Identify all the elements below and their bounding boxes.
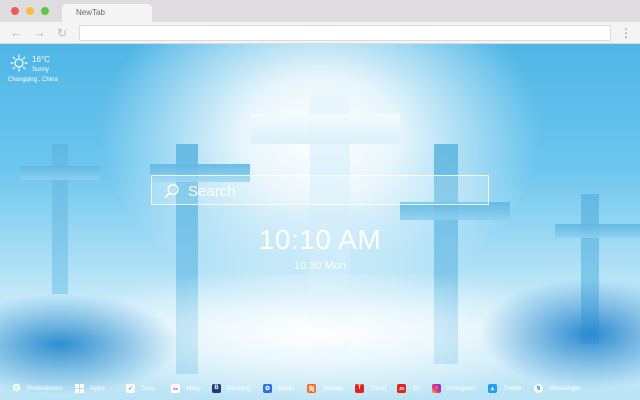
bottom-item-label: Taobao: [322, 384, 344, 392]
bottom-item-preferences[interactable]: ⚙ Preferences: [12, 382, 62, 394]
address-bar[interactable]: [79, 25, 611, 41]
tmall-icon: T: [355, 383, 364, 393]
instagram-icon: ○: [432, 383, 441, 393]
back-arrow-icon[interactable]: ←: [10, 25, 23, 41]
search-box[interactable]: [151, 175, 489, 205]
title-bar: NewTab: [0, 0, 640, 22]
twitter-icon: ▴: [488, 383, 497, 393]
bottom-item-messenger[interactable]: ↯ Messenger: [534, 382, 581, 394]
reload-icon[interactable]: ↻: [57, 25, 67, 41]
bottom-item-label: Apps: [90, 384, 105, 392]
bottom-bar: ⚙ Preferences Apps ✓ Todo eb eBay B Book: [0, 376, 640, 400]
search-icon: [164, 183, 179, 198]
bottom-item-jd[interactable]: JD JD: [397, 382, 420, 394]
bottom-item-baidu[interactable]: ✿ Baidu: [263, 382, 295, 394]
search-input[interactable]: [188, 180, 478, 202]
bottom-item-taobao[interactable]: 淘 Taobao: [307, 382, 343, 394]
jd-icon: JD: [397, 383, 406, 393]
baidu-icon: ✿: [263, 383, 272, 393]
bottom-item-tmall[interactable]: T Tmall: [355, 382, 386, 394]
bottom-item-twitter[interactable]: ▴ Twitter: [488, 382, 522, 394]
bottom-item-todo[interactable]: ✓ Todo: [126, 382, 155, 394]
weather-location: Chongqing , China: [8, 77, 58, 83]
clock-date: 10.30 Mon: [294, 260, 346, 272]
browser-window: NewTab ← → ↻ ⋮ 16°C Sunny Chongqing , Ch…: [0, 0, 640, 400]
ebay-icon: eb: [171, 383, 180, 393]
bottom-item-apps[interactable]: Apps: [75, 382, 105, 394]
bottom-item-label: Twitter: [503, 384, 523, 392]
browser-toolbar: ← → ↻ ⋮: [0, 22, 640, 44]
bottom-item-label: Preferences: [26, 384, 63, 392]
bottom-item-label: Tmall: [370, 384, 386, 392]
checkbox-icon: ✓: [126, 383, 135, 393]
bottom-item-label: Booking: [227, 384, 251, 392]
bottom-item-label: JD: [412, 384, 420, 392]
bottom-item-label: Messenger: [549, 384, 582, 392]
bottom-item-instagram[interactable]: ○ Instagram: [432, 382, 476, 394]
weather-condition: Sunny: [32, 67, 50, 73]
booking-icon: B: [212, 383, 221, 393]
sun-icon: [10, 54, 28, 72]
forward-arrow-icon[interactable]: →: [33, 25, 46, 41]
grid-icon: [75, 383, 84, 393]
bottom-item-label: eBay: [186, 384, 201, 392]
bottom-item-label: Todo: [141, 384, 156, 392]
weather-temperature: 16°C: [32, 55, 50, 64]
taobao-icon: 淘: [307, 383, 316, 393]
bottom-item-ebay[interactable]: eb eBay: [171, 382, 201, 394]
close-window-button[interactable]: [11, 7, 19, 15]
new-tab-page: 16°C Sunny Chongqing , China 10:10 AM 10…: [0, 44, 640, 400]
maximize-window-button[interactable]: [41, 7, 49, 15]
tab-title: NewTab: [76, 8, 105, 17]
minimize-window-button[interactable]: [26, 7, 34, 15]
browser-tab[interactable]: NewTab: [62, 4, 152, 22]
gear-icon: ⚙: [12, 382, 21, 394]
bottom-item-booking[interactable]: B Booking: [212, 382, 251, 394]
bottom-item-label: Baidu: [278, 384, 295, 392]
bottom-item-label: Instagram: [447, 384, 476, 392]
kebab-menu-icon[interactable]: ⋮: [620, 25, 632, 41]
messenger-icon: ↯: [534, 383, 543, 393]
clock-time: 10:10 AM: [258, 224, 382, 255]
